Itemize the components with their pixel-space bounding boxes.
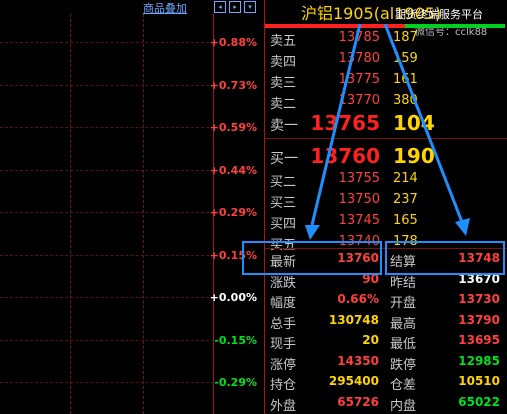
arrow-to-settle (383, 23, 464, 223)
arrowhead (455, 218, 470, 236)
arrowhead (305, 225, 320, 240)
arrow-to-latest (310, 23, 362, 226)
annotation-arrows (305, 23, 470, 240)
